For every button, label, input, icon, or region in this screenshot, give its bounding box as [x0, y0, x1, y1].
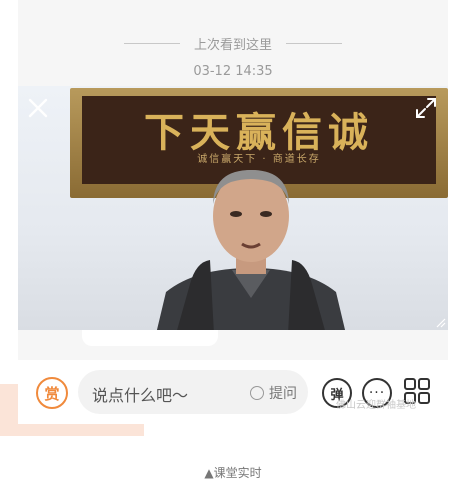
presenter-figure: [156, 170, 346, 330]
resize-grip-icon[interactable]: [434, 316, 446, 328]
ask-question-label: 提问: [269, 386, 297, 402]
divider-line-right: [286, 42, 342, 44]
close-icon: [28, 98, 48, 118]
chat-bubble-peek: [82, 330, 218, 346]
course-live-toggle[interactable]: ▲课堂实时: [0, 464, 466, 481]
reward-button[interactable]: 赏: [36, 377, 68, 409]
plaque-inscription: 诚信赢天下 · 商道长存: [197, 154, 321, 165]
fullscreen-button[interactable]: [414, 96, 438, 120]
close-video-button[interactable]: [26, 96, 50, 120]
watermark-text: 佛山云迎群袖基地: [336, 400, 416, 411]
comment-placeholder: 说点什么吧～: [92, 386, 189, 405]
ask-question-toggle[interactable]: 提问: [250, 383, 297, 403]
decorative-bracket-base: [0, 424, 144, 436]
radio-circle-icon: [250, 386, 264, 400]
history-divider-label: 上次看到这里: [193, 37, 272, 53]
live-video-player[interactable]: 下天赢信诚 诚信赢天下 · 商道长存: [18, 86, 448, 330]
divider-line-left: [123, 42, 180, 44]
expand-icon: [416, 98, 436, 118]
comment-input[interactable]: 说点什么吧～ 提问: [78, 370, 308, 414]
message-timestamp: 03-12 14:35: [193, 64, 273, 79]
history-divider: 上次看到这里: [18, 33, 448, 53]
